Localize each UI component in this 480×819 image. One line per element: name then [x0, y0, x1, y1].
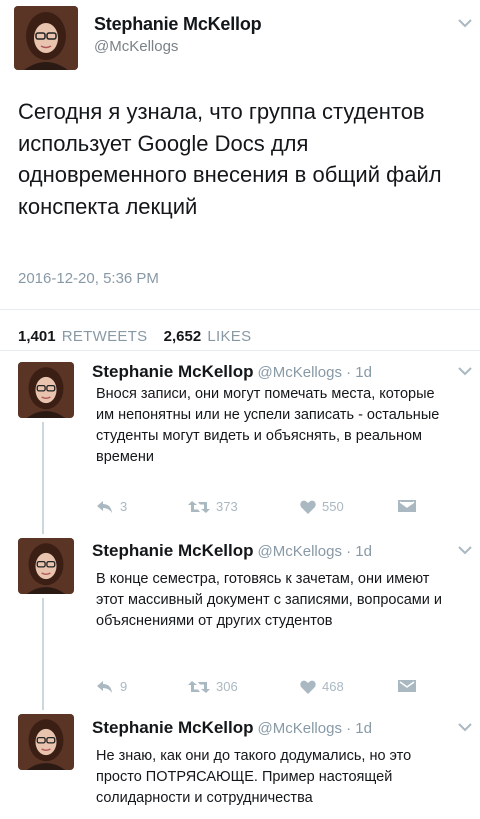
- like-count: 550: [322, 499, 344, 514]
- divider: [0, 350, 480, 351]
- reply-icon: [97, 500, 112, 513]
- tweet-text: Внося записи, они могут помечать места, …: [96, 386, 440, 465]
- author-name[interactable]: Stephanie McKellop: [92, 541, 254, 560]
- direct-message-icon: [398, 680, 416, 692]
- avatar[interactable]: [14, 6, 78, 70]
- tweet-actions: 9 306 468: [96, 679, 436, 699]
- tweet-stats: 1,401 RETWEETS 2,652 LIKES: [18, 328, 263, 345]
- like-action[interactable]: 550: [300, 499, 344, 514]
- retweet-icon: [188, 680, 210, 693]
- retweet-count: 373: [216, 499, 238, 514]
- heart-icon: [300, 500, 316, 514]
- avatar-photo: [18, 714, 74, 770]
- message-action[interactable]: [398, 679, 416, 693]
- tweet-text: В конце семестра, готовясь к зачетам, он…: [96, 571, 442, 629]
- reply-action[interactable]: 3: [96, 499, 127, 514]
- reply-header: Stephanie McKellop @McKellogs · 1d: [92, 541, 372, 561]
- avatar-photo: [18, 538, 74, 594]
- thread-line: [42, 422, 44, 534]
- heart-icon: [300, 680, 316, 694]
- direct-message-icon: [398, 500, 416, 512]
- avatar[interactable]: [18, 362, 74, 418]
- author-name[interactable]: Stephanie McKellop: [92, 362, 254, 381]
- likes-label[interactable]: LIKES: [207, 328, 251, 345]
- author-handle[interactable]: @McKellogs: [94, 38, 178, 55]
- author-handle-time[interactable]: @McKellogs · 1d: [258, 720, 372, 737]
- reply-header: Stephanie McKellop @McKellogs · 1d: [92, 718, 372, 738]
- message-action[interactable]: [398, 499, 416, 513]
- tweet-text: Сегодня я узнала, что группа студентов и…: [18, 99, 442, 219]
- avatar[interactable]: [18, 714, 74, 770]
- chevron-down-icon[interactable]: [458, 366, 472, 376]
- reply-count: 9: [120, 679, 128, 694]
- chevron-down-icon[interactable]: [458, 722, 472, 732]
- chevron-down-icon[interactable]: [458, 18, 472, 28]
- tweet-actions: 3 373 550: [96, 499, 436, 519]
- avatar-photo: [14, 6, 78, 70]
- avatar-photo: [18, 362, 74, 418]
- retweet-icon: [188, 500, 210, 513]
- thread-line: [42, 598, 44, 710]
- reply-icon: [97, 680, 112, 693]
- retweet-count: 306: [216, 679, 238, 694]
- author-name[interactable]: Stephanie McKellop: [94, 14, 262, 35]
- divider: [0, 309, 480, 310]
- chevron-down-icon[interactable]: [458, 545, 472, 555]
- tweet-timestamp[interactable]: 2016-12-20, 5:36 PM: [18, 270, 159, 287]
- tweet-text: Не знаю, как они до такого додумались, н…: [96, 748, 412, 806]
- like-action[interactable]: 468: [300, 679, 344, 694]
- author-handle-time[interactable]: @McKellogs · 1d: [258, 543, 372, 560]
- reply-header: Stephanie McKellop @McKellogs · 1d: [92, 362, 372, 382]
- retweet-action[interactable]: 373: [188, 499, 238, 514]
- author-handle-time[interactable]: @McKellogs · 1d: [258, 364, 372, 381]
- retweets-count[interactable]: 1,401: [18, 328, 56, 345]
- like-count: 468: [322, 679, 344, 694]
- reply-count: 3: [120, 499, 128, 514]
- avatar[interactable]: [18, 538, 74, 594]
- retweet-action[interactable]: 306: [188, 679, 238, 694]
- retweets-label[interactable]: RETWEETS: [62, 328, 148, 345]
- likes-count[interactable]: 2,652: [164, 328, 202, 345]
- author-name[interactable]: Stephanie McKellop: [92, 718, 254, 737]
- reply-action[interactable]: 9: [96, 679, 127, 694]
